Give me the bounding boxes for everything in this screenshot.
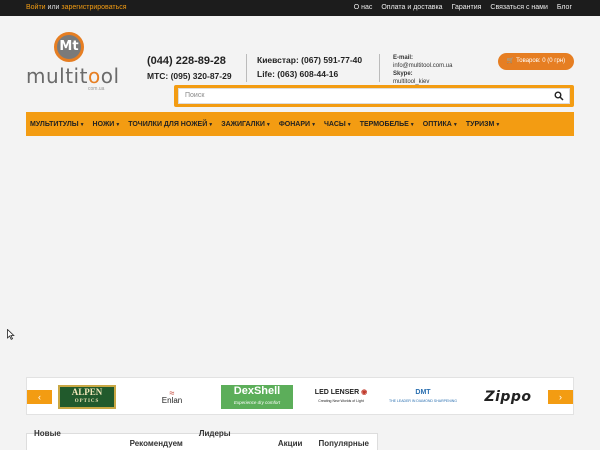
menu-item-knives[interactable]: Ножи▼ bbox=[93, 121, 121, 128]
menu-item-flashlights[interactable]: Фонари▼ bbox=[279, 121, 316, 128]
brand-logo-enlan[interactable]: ≈ Enlan bbox=[157, 385, 187, 409]
search-input[interactable]: Поиск bbox=[178, 88, 570, 104]
brand-logo-alpen[interactable]: ALPEN OPTICS bbox=[58, 385, 116, 409]
brand-logo-ledlenser[interactable]: LED LENSER ◉ Creating New Worlds of Ligh… bbox=[305, 385, 377, 409]
search-placeholder: Поиск bbox=[185, 92, 205, 99]
logo-word-start: multit bbox=[26, 64, 88, 88]
top-nav-warranty[interactable]: Гарантия bbox=[452, 0, 482, 16]
top-nav-payment-delivery[interactable]: Оплата и доставка bbox=[381, 0, 442, 16]
logo-domain: com.ua bbox=[88, 86, 105, 92]
caret-down-icon: ▼ bbox=[115, 121, 121, 128]
menu-item-label: Мультитулы bbox=[30, 120, 79, 128]
login-link[interactable]: Войти bbox=[26, 4, 46, 11]
kyivstar-phone: Киевстар: (067) 591-77-40 bbox=[257, 55, 363, 65]
skype-label: Skype: bbox=[393, 71, 413, 77]
caret-down-icon: ▼ bbox=[452, 121, 458, 128]
caret-down-icon: ▼ bbox=[311, 121, 317, 128]
top-nav-contact[interactable]: Связаться с нами bbox=[490, 0, 547, 16]
carousel-next-button[interactable]: › bbox=[548, 390, 573, 404]
brand-name: Zippo bbox=[484, 389, 532, 405]
carousel-prev-button[interactable]: ‹ bbox=[27, 390, 52, 404]
menu-item-tourism[interactable]: Туризм▼ bbox=[466, 121, 501, 128]
brand-logo-dmt[interactable]: DMT THE LEADER IN DIAMOND SHARPENING bbox=[386, 385, 460, 409]
tab-promotions[interactable]: Акции bbox=[270, 434, 311, 450]
menu-item-multitools[interactable]: Мультитулы▼ bbox=[30, 121, 85, 128]
top-bar: Войти или зарегистрироваться О нас Оплат… bbox=[0, 0, 600, 16]
mts-phone: МТС: (095) 320-87-29 bbox=[147, 71, 232, 81]
cart-button[interactable]: 🛒 Товаров: 0 (0 грн) bbox=[498, 53, 574, 70]
menu-item-label: Оптика bbox=[422, 120, 452, 128]
menu-item-label: Термобелье bbox=[359, 120, 409, 128]
menu-item-label: Часы bbox=[324, 120, 346, 128]
menu-item-label: Ножи bbox=[92, 120, 115, 128]
main-phone: (044) 228-89-28 bbox=[147, 55, 226, 67]
caret-down-icon: ▼ bbox=[409, 121, 415, 128]
category-menu: Мультитулы▼ Ножи▼ Точилки для ножей▼ Заж… bbox=[26, 112, 574, 136]
header-divider bbox=[246, 54, 247, 82]
cart-icon: 🛒 bbox=[506, 58, 515, 64]
tab-popular[interactable]: Популярные bbox=[310, 434, 377, 450]
caret-down-icon: ▼ bbox=[265, 121, 271, 128]
brand-tagline: OPTICS bbox=[74, 399, 100, 404]
tab-bestsellers[interactable]: Лидеры продаж bbox=[191, 424, 270, 450]
email-label: E-mail: bbox=[393, 55, 414, 61]
phone-block: (044) 228-89-28 МТС: (095) 320-87-29 bbox=[147, 55, 232, 81]
brand-tagline: THE LEADER IN DIAMOND SHARPENING bbox=[388, 399, 458, 403]
menu-item-optics[interactable]: Оптика▼ bbox=[423, 121, 458, 128]
caret-down-icon: ▼ bbox=[79, 121, 85, 128]
or-text: или bbox=[47, 4, 60, 11]
caret-down-icon: ▼ bbox=[495, 121, 501, 128]
header-divider bbox=[379, 54, 380, 82]
register-link[interactable]: зарегистрироваться bbox=[61, 4, 126, 11]
menu-item-sharpeners[interactable]: Точилки для ножей▼ bbox=[128, 121, 213, 128]
logo-badge: Mt bbox=[54, 32, 84, 62]
product-tabs: Новые поступления Рекомендуем Лидеры про… bbox=[26, 429, 378, 450]
tab-recommended[interactable]: Рекомендуем bbox=[122, 434, 191, 450]
logo-word-end: ol bbox=[100, 64, 120, 88]
tab-new-arrivals[interactable]: Новые поступления bbox=[27, 424, 122, 450]
chevron-right-icon: › bbox=[559, 392, 562, 402]
mouse-cursor-icon bbox=[7, 329, 15, 340]
caret-down-icon: ▼ bbox=[346, 121, 352, 128]
operator-phones: Киевстар: (067) 591-77-40 Life: (063) 60… bbox=[257, 55, 362, 79]
brand-tagline: Experience dry comfort bbox=[233, 400, 281, 405]
email-value[interactable]: info@multitool.com.ua bbox=[393, 62, 452, 70]
top-nav: О нас Оплата и доставка Гарантия Связать… bbox=[354, 0, 572, 16]
top-nav-about[interactable]: О нас bbox=[354, 0, 373, 16]
menu-item-watches[interactable]: Часы▼ bbox=[324, 121, 352, 128]
logo-word-o: o bbox=[87, 64, 101, 88]
menu-item-label: Фонари bbox=[278, 120, 311, 128]
brand-logo-zippo[interactable]: Zippo bbox=[475, 385, 541, 409]
logo-wordmark: multitool bbox=[26, 64, 120, 88]
brand-name: ALPEN bbox=[71, 387, 103, 397]
cart-label: Товаров: 0 (0 грн) bbox=[516, 58, 566, 64]
brand-tagline: Creating New Worlds of Light bbox=[318, 399, 364, 403]
menu-item-label: Зажигалки bbox=[221, 120, 265, 128]
auth-links: Войти или зарегистрироваться bbox=[26, 0, 127, 16]
site-logo[interactable]: Mt multitool com.ua bbox=[26, 32, 119, 92]
menu-item-lighters[interactable]: Зажигалки▼ bbox=[221, 121, 271, 128]
search-bar: Поиск bbox=[174, 85, 574, 107]
led-dot-icon: ◉ bbox=[361, 389, 368, 396]
menu-item-label: Туризм bbox=[465, 120, 495, 128]
top-nav-blog[interactable]: Блог bbox=[557, 0, 572, 16]
search-icon[interactable] bbox=[554, 91, 564, 101]
chevron-left-icon: ‹ bbox=[38, 392, 41, 402]
brand-name: LED LENSER bbox=[314, 389, 360, 396]
life-phone: Life: (063) 608-44-16 bbox=[257, 69, 339, 79]
caret-down-icon: ▼ bbox=[208, 121, 214, 128]
brand-name: DMT bbox=[415, 389, 431, 396]
brand-logo-dexshell[interactable]: DexShell Experience dry comfort bbox=[221, 385, 293, 409]
menu-item-thermal-underwear[interactable]: Термобелье▼ bbox=[360, 121, 415, 128]
contact-block: E-mail: info@multitool.com.ua Skype: mul… bbox=[393, 54, 452, 86]
brands-carousel: ‹ ALPEN OPTICS ≈ Enlan DexShell Experien… bbox=[26, 377, 574, 415]
brand-name: Enlan bbox=[161, 396, 183, 405]
brand-name: DexShell bbox=[233, 385, 281, 397]
menu-item-label: Точилки для ножей bbox=[128, 120, 208, 128]
